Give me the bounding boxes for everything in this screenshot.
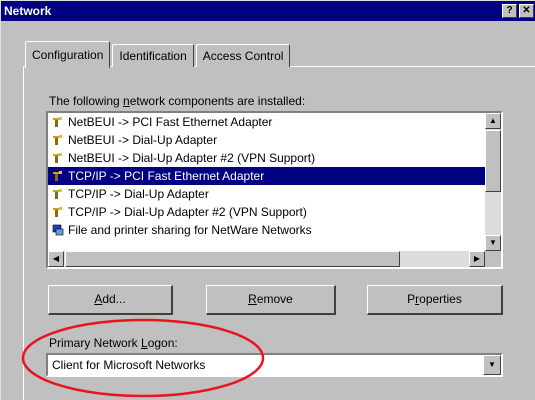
protocol-icon (53, 135, 62, 145)
scroll-down-arrow-icon[interactable]: ▼ (485, 235, 501, 251)
list-item-label: TCP/IP -> PCI Fast Ethernet Adapter (68, 169, 265, 183)
vertical-scroll-thumb[interactable] (485, 130, 501, 192)
list-item[interactable]: TCP/IP -> Dial-Up Adapter #2 (VPN Suppor… (48, 203, 485, 221)
horizontal-scrollbar[interactable]: ◀ ▶ (48, 251, 485, 267)
scroll-corner (485, 251, 501, 267)
add-button-label: dd... (102, 292, 126, 306)
list-item-label: TCP/IP -> Dial-Up Adapter #2 (VPN Suppor… (68, 205, 307, 219)
list-item-label: NetBEUI -> Dial-Up Adapter #2 (VPN Suppo… (68, 151, 316, 165)
list-item[interactable]: NetBEUI -> Dial-Up Adapter (48, 131, 485, 149)
components-listbox[interactable]: NetBEUI -> PCI Fast Ethernet Adapter NetB… (46, 111, 503, 269)
network-dialog: Network ? ✕ Configuration Identification… (0, 0, 535, 400)
title-bar-buttons: ? ✕ (502, 4, 534, 18)
remove-button[interactable]: Remove (206, 285, 336, 315)
tab-identification[interactable]: Identification (112, 44, 194, 67)
components-label: The following network components are ins… (49, 94, 305, 108)
list-item-label: TCP/IP -> Dial-Up Adapter (68, 187, 209, 201)
components-label-text-end: etwork components are installed: (129, 94, 306, 108)
highlight-ellipse (21, 318, 265, 398)
list-item[interactable]: TCP/IP -> Dial-Up Adapter (48, 185, 485, 203)
tab-strip: Configuration Identification Access Cont… (25, 39, 292, 68)
components-label-text: The following (49, 94, 124, 108)
list-item[interactable]: NetBEUI -> PCI Fast Ethernet Adapter (48, 113, 485, 131)
dropdown-arrow-icon[interactable]: ▼ (483, 355, 501, 375)
title-bar[interactable]: Network ? ✕ (1, 1, 535, 21)
scroll-up-arrow-icon[interactable]: ▲ (485, 113, 501, 129)
protocol-icon (53, 189, 62, 199)
components-label-accesskey: n (123, 94, 130, 108)
protocol-icon (53, 153, 62, 163)
close-button[interactable]: ✕ (519, 4, 534, 18)
properties-button-label: operties (419, 292, 462, 306)
list-item[interactable]: NetBEUI -> Dial-Up Adapter #2 (VPN Suppo… (48, 149, 485, 167)
list-item[interactable]: TCP/IP -> PCI Fast Ethernet Adapter (48, 167, 485, 185)
help-button[interactable]: ? (502, 4, 517, 18)
properties-button[interactable]: Properties (367, 285, 503, 315)
scroll-right-arrow-icon[interactable]: ▶ (469, 251, 485, 267)
list-item-label: NetBEUI -> PCI Fast Ethernet Adapter (68, 115, 273, 129)
remove-button-accesskey: R (248, 292, 257, 306)
tab-configuration[interactable]: Configuration (25, 41, 111, 68)
protocol-icon (53, 117, 62, 127)
add-button[interactable]: Add... (48, 285, 173, 315)
components-list: NetBEUI -> PCI Fast Ethernet Adapter NetB… (48, 113, 485, 239)
list-item-label: File and printer sharing for NetWare Net… (68, 223, 312, 237)
tab-access-control[interactable]: Access Control (195, 44, 291, 67)
list-item[interactable]: File and printer sharing for NetWare Net… (48, 221, 485, 239)
list-item-label: NetBEUI -> Dial-Up Adapter (68, 133, 218, 147)
window-title: Network (4, 4, 52, 18)
scroll-left-arrow-icon[interactable]: ◀ (48, 251, 64, 267)
horizontal-scroll-thumb[interactable] (65, 251, 400, 267)
protocol-icon (53, 171, 62, 181)
protocol-icon (53, 207, 62, 217)
vertical-scrollbar[interactable]: ▲ ▼ (485, 113, 501, 251)
properties-button-label-start: P (407, 292, 416, 306)
file-sharing-icon (52, 224, 64, 236)
remove-button-label: emove (256, 292, 293, 306)
